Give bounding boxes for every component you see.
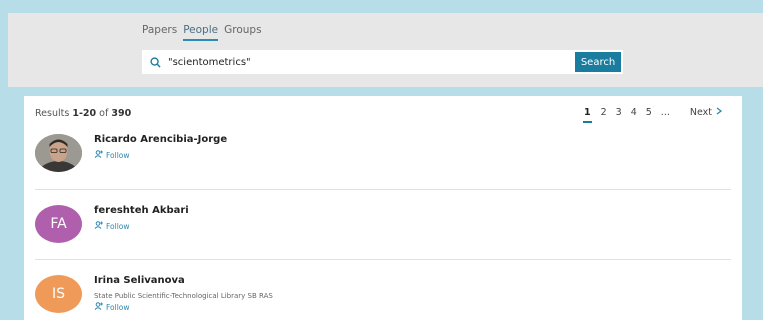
page-3-link[interactable]: 3: [616, 107, 622, 120]
follow-icon: [94, 221, 103, 231]
person-name[interactable]: Ricardo Arencibia-Jorge: [94, 134, 227, 145]
follow-label: Follow: [106, 302, 130, 312]
search-input[interactable]: [168, 51, 575, 73]
results-total: 390: [111, 108, 132, 119]
results-count: Results 1-20 of 390: [35, 108, 131, 119]
pagination-ellipsis: ...: [660, 107, 670, 118]
page-5-link[interactable]: 5: [646, 107, 652, 120]
follow-icon: [94, 302, 103, 312]
page-4-link[interactable]: 4: [631, 107, 637, 120]
results-prefix: Results: [35, 108, 70, 119]
divider: [35, 189, 731, 190]
tab-papers[interactable]: Papers: [142, 24, 177, 41]
search-button[interactable]: Search: [575, 52, 621, 72]
next-page-button[interactable]: Next: [689, 107, 723, 118]
person-name[interactable]: Irina Selivanova: [94, 275, 185, 286]
follow-label: Follow: [106, 221, 130, 231]
search-bar: Search: [142, 50, 623, 74]
results-of: of: [99, 108, 109, 119]
divider: [35, 259, 731, 260]
person-name[interactable]: fereshteh Akbari: [94, 205, 189, 216]
tab-groups[interactable]: Groups: [224, 24, 261, 41]
avatar-initials[interactable]: IS: [35, 275, 82, 313]
next-label: Next: [689, 107, 712, 118]
follow-label: Follow: [106, 150, 130, 160]
search-icon: [142, 50, 168, 74]
page-2-link[interactable]: 2: [601, 107, 607, 120]
person-affiliation: State Public Scientific-Technological Li…: [94, 292, 273, 300]
follow-button[interactable]: Follow: [94, 302, 130, 312]
search-tabs: Papers People Groups: [142, 24, 262, 41]
page-1-link[interactable]: 1: [582, 107, 592, 123]
results-range: 1-20: [72, 108, 97, 119]
tab-people[interactable]: People: [183, 24, 219, 41]
follow-button[interactable]: Follow: [94, 150, 130, 160]
pagination: 1 2 3 4 5 ... Next: [582, 107, 723, 123]
follow-icon: [94, 150, 103, 160]
avatar-photo[interactable]: [35, 134, 82, 172]
follow-button[interactable]: Follow: [94, 221, 130, 231]
results-panel: Results 1-20 of 390 1 2 3 4 5 ... Next R…: [24, 96, 742, 320]
avatar-initials[interactable]: FA: [35, 205, 82, 243]
chevron-right-icon: [716, 107, 723, 118]
